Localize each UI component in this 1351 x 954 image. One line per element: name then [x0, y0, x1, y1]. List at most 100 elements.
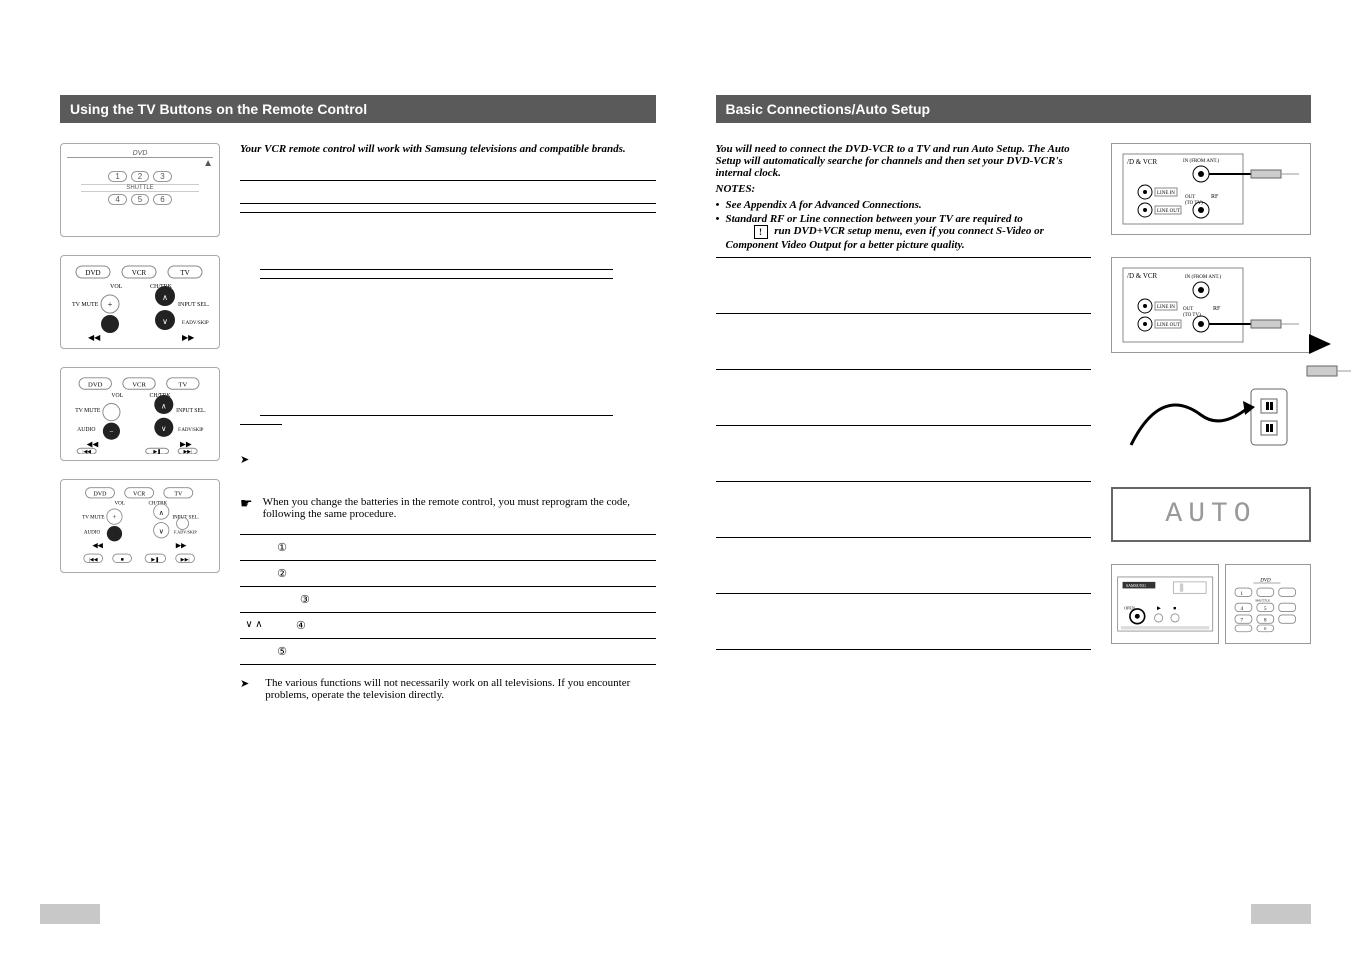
- svg-text:0: 0: [1265, 626, 1267, 631]
- svg-text:▶: ▶: [1157, 606, 1161, 612]
- svg-text:SAMSUNG: SAMSUNG: [1126, 583, 1146, 588]
- right-page: Basic Connections/Auto Setup You will ne…: [716, 95, 1312, 715]
- svg-text:▶▶|: ▶▶|: [181, 557, 190, 563]
- svg-text:◀◀: ◀◀: [88, 333, 101, 342]
- svg-text:◀◀: ◀◀: [92, 542, 103, 549]
- antenna-out-diagram: /D & VCR IN (FROM ANT.) LINE IN LINE OUT…: [1111, 257, 1311, 353]
- svg-text:+: +: [113, 514, 117, 521]
- svg-text:LINE IN: LINE IN: [1157, 191, 1175, 196]
- step-1: ①: [268, 541, 296, 554]
- svg-text:5: 5: [1264, 606, 1267, 612]
- step-4: ④: [296, 619, 656, 632]
- ch-up-down-label: ∨ ∧: [240, 619, 268, 630]
- svg-text:|◀◀: |◀◀: [89, 557, 98, 563]
- svg-text:+: +: [108, 300, 113, 309]
- left-page: Using the TV Buttons on the Remote Contr…: [60, 95, 656, 715]
- warning-icon: !: [754, 225, 768, 239]
- svg-text:TV MUTE: TV MUTE: [82, 514, 104, 520]
- svg-text:VOL: VOL: [111, 393, 123, 399]
- end-note: The various functions will not necessari…: [240, 677, 656, 701]
- hand-pointer-icon: ☛: [240, 496, 253, 520]
- battery-note-text: When you change the batteries in the rem…: [263, 496, 656, 520]
- svg-text:|◀◀: |◀◀: [83, 449, 92, 454]
- svg-text:VOL: VOL: [114, 501, 124, 507]
- svg-text:CH/TRK: CH/TRK: [149, 501, 168, 507]
- svg-text:−: −: [109, 427, 113, 436]
- note-1: See Appendix A for Advanced Connections.: [716, 199, 1092, 211]
- power-plug-diagram: [1111, 375, 1311, 465]
- step-2: ②: [268, 567, 296, 580]
- step-3: ③: [296, 593, 656, 606]
- svg-text:▶▶: ▶▶: [176, 542, 187, 549]
- left-text-column: Your VCR remote control will work with S…: [240, 143, 656, 715]
- remote-bottom-sketch: DVD VCR TV VOL CH/TRK TV MUTE INPUT SEL.…: [60, 479, 220, 573]
- svg-text:VCR: VCR: [133, 491, 145, 497]
- page-marker-left: [40, 904, 100, 924]
- notes-label: NOTES:: [716, 183, 1092, 195]
- svg-text:VCR: VCR: [132, 269, 147, 277]
- svg-text:7: 7: [1241, 618, 1244, 624]
- remote-mid-sketch-2: DVD VCR TV VOL CH/TRK TV MUTE INPUT SEL.…: [60, 367, 220, 461]
- svg-text:INPUT SEL.: INPUT SEL.: [172, 514, 199, 520]
- dvdvcr-and-remote-diagram: SAMSUNG OPEN ▶ ■: [1111, 564, 1311, 644]
- battery-note: ☛ When you change the batteries in the r…: [240, 496, 656, 520]
- right-section-header: Basic Connections/Auto Setup: [716, 95, 1312, 123]
- right-illustrations-column: /D & VCR IN (FROM ANT.) LINE IN LINE OUT…: [1111, 143, 1311, 705]
- svg-text:4: 4: [1241, 606, 1244, 612]
- svg-text:LINE OUT: LINE OUT: [1157, 209, 1180, 214]
- remote-top-sketch: DVD ▲ 1 2 3 SHUTTLE 4 5 6: [60, 143, 220, 237]
- svg-text:VOL: VOL: [110, 284, 123, 290]
- svg-text:F.ADV/SKIP: F.ADV/SKIP: [182, 321, 209, 326]
- svg-text:OUT: OUT: [1183, 307, 1193, 312]
- antenna-in-diagram: /D & VCR IN (FROM ANT.) LINE IN LINE OUT…: [1111, 143, 1311, 235]
- svg-text:IN (FROM ANT.): IN (FROM ANT.): [1185, 275, 1221, 280]
- svg-text:▶▶: ▶▶: [182, 333, 195, 342]
- svg-text:TV MUTE: TV MUTE: [72, 302, 99, 308]
- svg-text:INPUT SEL.: INPUT SEL.: [176, 408, 206, 414]
- svg-text:■: ■: [121, 557, 124, 563]
- arrow-note-icon-1: [240, 453, 656, 466]
- svg-text:F.ADV/SKIP: F.ADV/SKIP: [178, 428, 204, 433]
- svg-text:∧: ∧: [161, 401, 167, 410]
- svg-text:DVD: DVD: [94, 491, 108, 497]
- svg-text:∧: ∧: [162, 293, 168, 302]
- svg-text:DVD: DVD: [1260, 577, 1272, 583]
- right-intro: You will need to connect the DVD-VCR to …: [716, 143, 1092, 179]
- left-intro: Your VCR remote control will work with S…: [240, 143, 656, 155]
- svg-text:DVD: DVD: [85, 269, 100, 277]
- svg-text:TV MUTE: TV MUTE: [75, 408, 101, 414]
- svg-text:OUT: OUT: [1185, 195, 1195, 200]
- procedure-table: ① ② ③ ∨ ∧: [240, 534, 656, 665]
- svg-text:/D & VCR: /D & VCR: [1127, 272, 1158, 280]
- remote-illustrations-column: DVD ▲ 1 2 3 SHUTTLE 4 5 6: [60, 143, 220, 715]
- svg-text:◀◀: ◀◀: [87, 439, 100, 448]
- svg-text:∨: ∨: [161, 424, 167, 433]
- svg-text:■: ■: [1173, 607, 1176, 612]
- svg-text:F.ADV/SKIP: F.ADV/SKIP: [174, 530, 197, 535]
- svg-text:INPUT SEL.: INPUT SEL.: [178, 302, 210, 308]
- svg-text:∧: ∧: [159, 510, 164, 517]
- svg-text:(TO TV): (TO TV): [1183, 313, 1201, 318]
- left-section-header: Using the TV Buttons on the Remote Contr…: [60, 95, 656, 123]
- svg-text:LINE OUT: LINE OUT: [1157, 323, 1180, 328]
- svg-text:RF: RF: [1213, 306, 1221, 312]
- step-5: ⑤: [268, 645, 296, 658]
- svg-text:∨: ∨: [162, 317, 168, 326]
- svg-text:SHUTTLE: SHUTTLE: [1256, 598, 1271, 602]
- svg-text:TV: TV: [174, 491, 183, 497]
- svg-text:RF: RF: [1211, 194, 1219, 200]
- svg-text:IN (FROM ANT.): IN (FROM ANT.): [1183, 159, 1219, 164]
- svg-text:DVD: DVD: [88, 381, 103, 388]
- cable-overflow-icon: [1303, 330, 1351, 390]
- note-2: Standard RF or Line connection between y…: [716, 213, 1092, 251]
- svg-text:▶❚: ▶❚: [151, 557, 159, 563]
- svg-text:8: 8: [1264, 618, 1267, 624]
- svg-text:∨: ∨: [159, 529, 164, 536]
- svg-text:▶▶|: ▶▶|: [183, 449, 191, 454]
- end-note-text: The various functions will not necessari…: [265, 677, 655, 701]
- lcd-auto-display: AUTO: [1111, 487, 1311, 542]
- svg-text:VCR: VCR: [132, 381, 146, 388]
- right-text-column: You will need to connect the DVD-VCR to …: [716, 143, 1092, 705]
- page-marker-right: [1251, 904, 1311, 924]
- svg-text:/D & VCR: /D & VCR: [1127, 158, 1158, 166]
